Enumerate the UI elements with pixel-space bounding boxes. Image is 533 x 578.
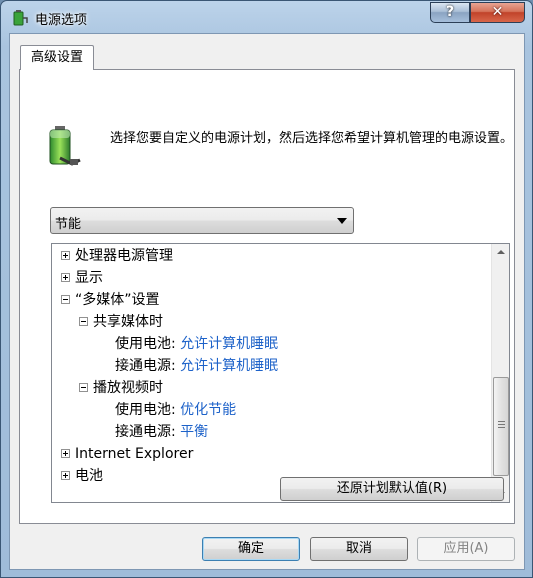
scrollbar-thumb[interactable] [493, 377, 509, 476]
window-title: 电源选项 [35, 13, 88, 28]
tree-setting-video-battery[interactable]: 使用电池: 优化节能 [115, 399, 236, 421]
collapse-icon[interactable] [79, 382, 88, 392]
power-options-window: 电源选项 ? ✕ 高级设置 选择您要自定义的电源计划，然后选择您希望计算机管理的… [0, 0, 533, 578]
collapse-icon[interactable] [61, 294, 70, 304]
tree-item-display[interactable]: 显示 [61, 267, 103, 289]
expand-icon[interactable] [61, 272, 70, 282]
expand-icon[interactable] [61, 448, 70, 458]
tree-item-media-sharing[interactable]: 共享媒体时 [79, 311, 163, 333]
setting-value-link[interactable]: 优化节能 [180, 402, 236, 418]
grip-line [498, 427, 505, 428]
setting-value-link[interactable]: 平衡 [180, 424, 208, 440]
chevron-down-icon [337, 218, 347, 224]
setting-value-link[interactable]: 允许计算机睡眠 [180, 358, 278, 374]
tree-vertical-scrollbar[interactable] [491, 244, 509, 502]
grip-line [498, 421, 505, 422]
dialog-client-area: 高级设置 选择您要自定义的电源计划，然后选择您希望计算机管理的电源设置。 节能 [9, 33, 525, 570]
tree-setting-media-sharing-plugged[interactable]: 接通电源: 允许计算机睡眠 [115, 355, 278, 377]
cancel-button[interactable]: 取消 [310, 537, 408, 561]
titlebar[interactable]: 电源选项 ? ✕ [1, 1, 532, 35]
collapse-icon[interactable] [79, 316, 88, 326]
tree-item-battery[interactable]: 电池 [61, 465, 103, 487]
setting-value-link[interactable]: 允许计算机睡眠 [180, 336, 278, 352]
ok-button[interactable]: 确定 [202, 537, 300, 561]
tree-setting-video-plugged[interactable]: 接通电源: 平衡 [115, 421, 208, 443]
plan-description: 选择您要自定义的电源计划，然后选择您希望计算机管理的电源设置。 [110, 131, 514, 146]
help-button[interactable]: ? [430, 2, 470, 23]
settings-tree[interactable]: 处理器电源管理 显示 “多媒体”设置 共享媒体时 使用电池: 允许计算机睡眠 接… [51, 243, 510, 503]
tree-setting-media-sharing-battery[interactable]: 使用电池: 允许计算机睡眠 [115, 333, 278, 355]
power-plan-select[interactable]: 节能 [50, 207, 354, 234]
tree-item-multimedia[interactable]: “多媒体”设置 [61, 289, 160, 311]
tab-advanced-settings[interactable]: 高级设置 [20, 45, 94, 70]
power-plan-selected: 节能 [55, 217, 82, 232]
close-button[interactable]: ✕ [470, 2, 525, 23]
apply-button[interactable]: 应用(A) [417, 537, 515, 561]
expand-icon[interactable] [61, 470, 70, 480]
power-options-icon [13, 10, 28, 26]
expand-icon[interactable] [61, 250, 70, 260]
battery-plug-icon [49, 126, 81, 166]
grip-line [498, 424, 505, 425]
tree-item-internet-explorer[interactable]: Internet Explorer [61, 443, 193, 465]
tree-item-video-playback[interactable]: 播放视频时 [79, 377, 163, 399]
tree-item-processor-power[interactable]: 处理器电源管理 [61, 245, 173, 267]
scroll-up-arrow-icon[interactable] [492, 244, 509, 261]
advanced-settings-panel: 选择您要自定义的电源计划，然后选择您希望计算机管理的电源设置。 节能 处理器电源… [19, 69, 515, 524]
restore-defaults-button[interactable]: 还原计划默认值(R) [280, 477, 504, 501]
